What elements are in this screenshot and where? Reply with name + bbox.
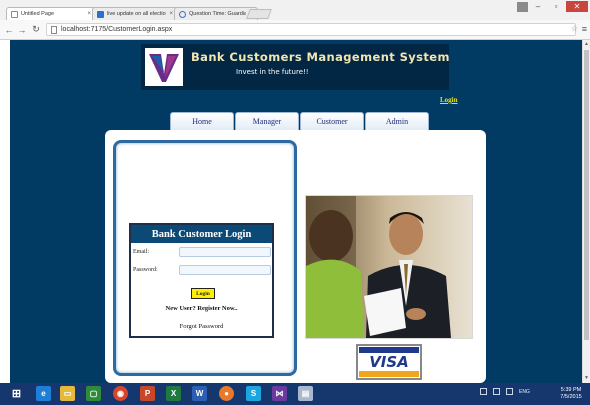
forward-icon[interactable]: → [16, 23, 28, 36]
skype-icon[interactable]: S [246, 386, 261, 401]
browser-toolbar: ← → ↻ localhost:7175/CustomerLogin.aspx … [0, 20, 590, 40]
user-profile-icon[interactable] [517, 1, 528, 12]
menu-item-admin[interactable]: Admin [365, 112, 429, 130]
tray-network-icon[interactable] [493, 388, 500, 395]
browser-tab-election[interactable]: live update on all election × [92, 7, 178, 20]
back-icon[interactable]: ← [3, 23, 15, 36]
bookmark-star-icon[interactable]: ☆ [571, 24, 578, 33]
login-heading: Bank Customer Login [131, 225, 272, 243]
clock-date: 7/5/2015 [560, 394, 582, 400]
scroll-up-icon[interactable]: ▲ [584, 41, 589, 47]
close-window-icon[interactable]: ✕ [566, 1, 588, 12]
close-tab-icon[interactable]: × [87, 11, 91, 17]
login-form: Bank Customer Login Email: Password: Log… [129, 223, 274, 338]
menu-item-manager[interactable]: Manager [235, 112, 299, 130]
customer-service-photo [305, 195, 473, 339]
reload-icon[interactable]: ↻ [30, 23, 42, 36]
windows-start-icon[interactable]: ⊞ [9, 386, 24, 401]
forgot-password-link[interactable]: Forgot Password [131, 323, 272, 330]
internet-explorer-icon[interactable]: e [36, 386, 51, 401]
password-label: Password: [133, 267, 158, 273]
page-icon [11, 10, 18, 18]
password-input[interactable] [179, 265, 271, 275]
minimize-icon[interactable]: – [530, 1, 546, 12]
firefox-icon[interactable]: ● [219, 386, 234, 401]
file-explorer-icon[interactable]: ▭ [60, 386, 75, 401]
web-page: Bank Customers Management System Invest … [10, 40, 582, 383]
email-label: Email: [133, 249, 149, 255]
email-input[interactable] [179, 247, 271, 257]
language-indicator[interactable]: ENG [519, 389, 530, 395]
system-tray: ENG [480, 388, 530, 395]
content-area: Bank Customer Login Email: Password: Log… [105, 130, 486, 383]
windows-taskbar: ⊞ e ▭ ▢ ◉ P X W ● S ⋈ ▤ ENG 5:39 PM 7/5/… [0, 383, 590, 405]
word-icon[interactable]: W [192, 386, 207, 401]
menu-item-customer[interactable]: Customer [300, 112, 364, 130]
tab-title: live update on all election [107, 11, 167, 17]
page-scrollbar[interactable]: ▲ ▼ [582, 40, 590, 383]
browser-tab-untitled[interactable]: Untitled Page × [6, 7, 96, 20]
register-link[interactable]: New User? Register Now.. [131, 305, 272, 312]
new-tab-button[interactable] [246, 9, 272, 19]
browser-menu-icon[interactable]: ≡ [582, 24, 587, 34]
app-icon[interactable]: ▢ [86, 386, 101, 401]
chrome-icon[interactable]: ◉ [113, 386, 128, 401]
visual-studio-icon[interactable]: ⋈ [272, 386, 287, 401]
excel-icon[interactable]: X [166, 386, 181, 401]
site-favicon-icon [179, 10, 186, 18]
clock-time: 5:39 PM [560, 387, 582, 393]
taskbar-clock[interactable]: 5:39 PM 7/5/2015 [555, 387, 587, 401]
close-tab-icon[interactable]: × [169, 11, 173, 17]
visa-text: VISA [369, 353, 409, 371]
tab-title: Untitled Page [21, 11, 55, 17]
login-panel: Bank Customer Login Email: Password: Log… [113, 140, 297, 376]
tab-title: Question Time: Guardian [189, 11, 247, 17]
site-title: Bank Customers Management System [191, 50, 450, 64]
tray-keyboard-icon[interactable] [480, 388, 487, 395]
scroll-down-icon[interactable]: ▼ [584, 375, 589, 381]
browser-tab-bar: Untitled Page × live update on all elect… [0, 0, 590, 20]
maximize-icon[interactable]: ▫ [548, 1, 564, 12]
site-tagline: Invest in the future!! [236, 68, 309, 76]
site-favicon-icon [97, 10, 104, 18]
powerpoint-icon[interactable]: P [140, 386, 155, 401]
visa-logo: VISA [356, 344, 422, 380]
header-login-link[interactable]: Login [440, 96, 458, 104]
login-button[interactable]: Login [191, 288, 215, 299]
address-bar[interactable]: localhost:7175/CustomerLogin.aspx ☆ [46, 23, 578, 36]
bank-logo [145, 48, 183, 86]
url-text: localhost:7175/CustomerLogin.aspx [61, 26, 173, 33]
tray-volume-icon[interactable] [506, 388, 513, 395]
menu-item-home[interactable]: Home [170, 112, 234, 130]
site-banner: Bank Customers Management System Invest … [141, 44, 450, 90]
app-icon[interactable]: ▤ [298, 386, 313, 401]
page-info-icon[interactable] [51, 25, 57, 34]
scrollbar-thumb[interactable] [584, 50, 589, 340]
